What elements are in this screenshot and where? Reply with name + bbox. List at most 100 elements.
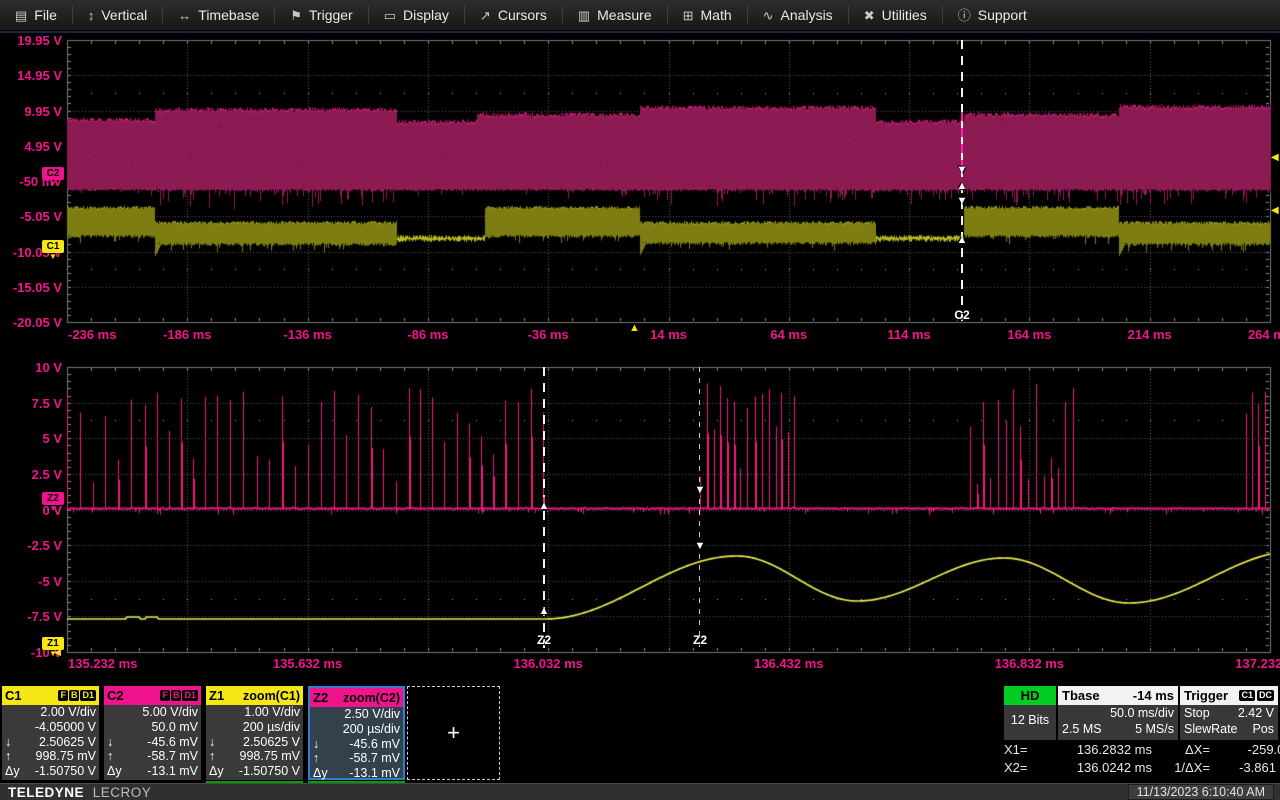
descriptor-row-prefix: Δy [5,764,23,779]
menu-item-display[interactable]: ▭Display [369,0,464,30]
menu-item-math[interactable]: ⊞Math [668,0,747,30]
cursor-label: Z2 [537,633,551,647]
menu-item-label: Trigger [309,7,353,23]
cursor-arrow-marker: ▼ [957,165,968,176]
readout-x1-value: 136.2832 ms [1040,742,1152,757]
descriptor-row-reading: -4.05000 V [23,720,96,735]
x-axis-tick-label: -186 ms [163,327,211,342]
y-axis-tick-label: -20.05 V [0,315,62,330]
descriptor-row-value: 50.0 mV [104,720,201,735]
descriptor-row-prefix [5,720,23,735]
y-axis-tick-label: -7.5 V [0,609,62,624]
descriptor-badge-b: B [69,690,80,701]
descriptor-row-reading: 200 µs/div [331,722,400,737]
menu-item-support[interactable]: ⓘSupport [943,0,1042,30]
menu-bar: ▤File↕Vertical↔Timebase⚑Trigger▭Display↗… [0,0,1280,31]
cursor-line-trace-overlap [961,112,963,168]
descriptor-row-value: ↓-45.6 mV [310,737,403,752]
x-axis-tick-label: 137.232 ms [1235,656,1280,671]
menu-item-timebase[interactable]: ↔ Timebase [163,0,274,30]
menu-item-measure[interactable]: ▥Measure [563,0,667,30]
descriptor-row-reading: -13.1 mV [331,766,400,781]
display-icon: ▭ [384,9,396,22]
menu-item-cursors[interactable]: ↗Cursors [465,0,562,30]
y-axis-tick-label: 14.95 V [0,68,62,83]
cursor-line-2[interactable] [699,367,700,652]
descriptor-header: Z1zoom(C1) [206,686,303,705]
menu-item-trigger[interactable]: ⚑Trigger [275,0,367,30]
trigger-box[interactable]: Trigger C1 DC Stop 2.42 V SlewRate Pos [1180,686,1278,740]
menu-item-file[interactable]: ▤File [0,0,72,30]
descriptor-row-value: ↓2.50625 V [2,735,99,750]
x-axis-tick-label: 135.232 ms [68,656,137,671]
descriptor-row-value: ↑-58.7 mV [104,749,201,764]
trigger-level-marker[interactable]: ◀ [1271,206,1279,216]
trigger-badges: C1 DC [1237,690,1274,701]
descriptor-row-reading: 998.75 mV [23,749,96,764]
cursor-arrow-marker: ▲ [539,606,550,617]
x-axis-tick-label: 135.632 ms [273,656,342,671]
y-axis-tick-label: -2.5 V [0,538,62,553]
descriptor-badge-d1: D1 [182,690,198,701]
descriptor-row-prefix [209,705,227,720]
descriptor-row-prefix [313,722,331,737]
descriptor-row-value: 1.00 V/div [206,705,303,720]
analysis-icon: ∿ [763,9,774,22]
descriptor-row-reading: 2.00 V/div [23,705,96,720]
x-axis-tick-label: 264 ms [1248,327,1280,342]
menu-item-label: Vertical [101,7,147,23]
descriptor-row-value: 200 µs/div [206,720,303,735]
x-axis-tick-label: 164 ms [1007,327,1051,342]
utilities-icon: ✖ [864,9,875,22]
y-axis-tick-label: 19.95 V [0,33,62,48]
cursor-arrow-marker: ▲ [957,235,968,246]
trigger-slope: Pos [1252,722,1274,738]
calculator-icon: ⊞ [683,9,694,22]
menu-item-label: Timebase [198,7,259,23]
trace-badge-pointer: ▼ [49,253,57,261]
y-axis-tick-label: 2.5 V [0,467,62,482]
menu-item-label: Utilities [882,7,927,23]
descriptor-row-value: 200 µs/div [310,722,403,737]
menu-item-analysis[interactable]: ∿Analysis [748,0,848,30]
descriptor-row-reading: 2.50625 V [227,735,300,750]
descriptor-subtitle: zoom(C1) [243,689,300,703]
readout-dx-label: ΔX= [1152,742,1210,757]
trace-descriptor-c2[interactable]: C2FBD15.00 V/div50.0 mV↓-45.6 mV↑-58.7 m… [104,686,201,780]
descriptor-row-reading: -13.1 mV [125,764,198,779]
add-trace-box[interactable]: + [407,686,500,780]
menu-item-vertical[interactable]: ↕Vertical [73,0,162,30]
status-bar: TELEDYNE LECROY 11/13/2023 6:10:40 AM [0,783,1280,800]
descriptor-row-value: Δy-13.1 mV [104,764,201,779]
cursor-arrow-marker: ▲ [957,181,968,192]
menu-item-utilities[interactable]: ✖ Utilities [849,0,942,30]
timebase-scale: 50.0 ms/div [1062,706,1174,722]
descriptor-row-value: ↑998.75 mV [2,749,99,764]
trace-descriptor-z1[interactable]: Z1zoom(C1)1.00 V/div200 µs/div↓2.50625 V… [206,686,303,780]
descriptor-row-prefix: ↑ [209,749,227,764]
cursor-arrow-icon: ↗ [480,9,491,22]
readout-invdx-value: -3.861 kHz [1210,760,1280,775]
trigger-level-marker[interactable]: ◀ [1271,153,1279,163]
hd-indicator-box[interactable]: HD 12 Bits [1004,686,1056,740]
horizontal-arrows-icon: ↔ [178,9,191,22]
trace-descriptor-z2[interactable]: Z2zoom(C2)2.50 V/div200 µs/div↓-45.6 mV↑… [308,686,405,780]
trace-badge-pointer: ▼ [49,180,57,188]
trigger-time-marker[interactable]: ▲ [629,323,640,334]
descriptor-subtitle: zoom(C2) [343,691,400,705]
descriptor-row-prefix: Δy [313,766,331,781]
timebase-box[interactable]: Tbase -14 ms 50.0 ms/div 2.5 MS 5 MS/s [1058,686,1178,740]
trace-descriptor-c1[interactable]: C1FBD12.00 V/div-4.05000 V↓2.50625 V↑998… [2,686,99,780]
waveform-canvas[interactable] [0,0,1280,800]
y-axis-tick-label: -5 V [0,574,62,589]
cursor-arrow-marker: ▼ [695,485,706,496]
trigger-coupling-badge: DC [1257,690,1274,701]
descriptor-badges: FBD1 [58,690,96,701]
x-axis-tick-label: -36 ms [528,327,569,342]
descriptor-row-prefix [209,720,227,735]
y-axis-tick-label: -5.05 V [0,209,62,224]
datetime-display: 11/13/2023 6:10:40 AM [1128,784,1274,800]
timebase-header: Tbase -14 ms [1058,686,1178,705]
x-axis-tick-label: -86 ms [407,327,448,342]
trigger-level: 2.42 V [1238,706,1274,722]
